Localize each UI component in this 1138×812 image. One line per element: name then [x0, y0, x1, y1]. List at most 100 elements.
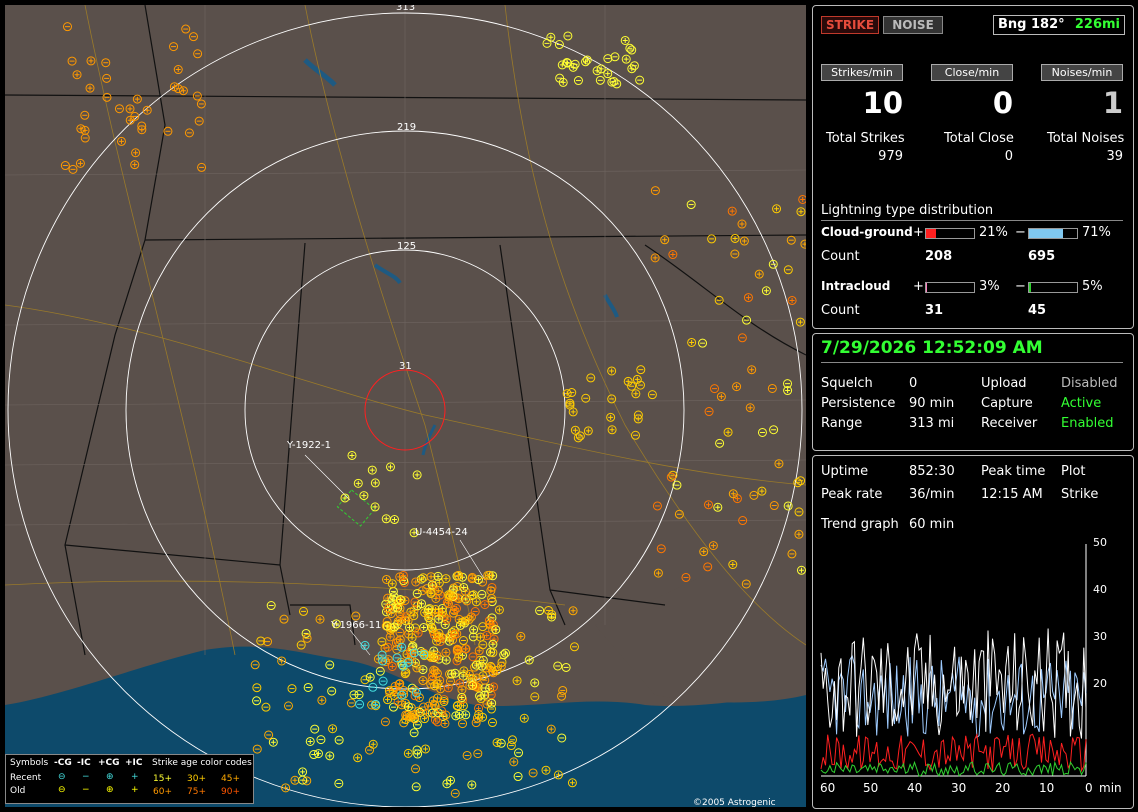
- bearing-distance: 226mi: [1074, 17, 1120, 32]
- legend-old-label: Old: [10, 786, 26, 796]
- receiver-label: Receiver: [981, 416, 1038, 431]
- strike-symbol-mark: [798, 209, 804, 215]
- strike-symbol-mark: [622, 37, 628, 43]
- strike-symbol-mark: [800, 196, 806, 202]
- intracloud-label: Intracloud: [821, 279, 891, 293]
- strike-symbol-mark: [435, 573, 441, 579]
- strike-button[interactable]: STRIKE: [821, 16, 879, 34]
- total-strikes-value: 979: [878, 149, 903, 164]
- strike-symbol-mark: [725, 429, 731, 435]
- cg-plus-sign: +: [913, 225, 924, 240]
- strike-symbol-mark: [421, 625, 427, 631]
- strike-symbol-mark: [623, 56, 629, 62]
- strike-symbol-mark: [389, 581, 395, 587]
- minus-ic-icon: −: [82, 785, 90, 795]
- cloud-ground-label: Cloud-ground: [821, 225, 913, 239]
- strikes-per-min-header: Strikes/min: [821, 64, 903, 81]
- noises-per-min-value: 1: [1102, 86, 1123, 120]
- legend-age-title: Strike age color codes: [152, 758, 252, 768]
- plus-cg-icon: ⊕: [106, 785, 114, 795]
- strike-symbol-mark: [383, 516, 389, 522]
- status-panel: 7/29/2026 12:52:09 AM Squelch 0 Persiste…: [812, 333, 1134, 451]
- strike-symbol-mark: [132, 162, 138, 168]
- trend-series: [820, 732, 1087, 773]
- legend-type: +IC: [125, 758, 143, 768]
- cg-plus-bar: [925, 228, 975, 239]
- x-tick: 40: [907, 781, 923, 795]
- capture-label: Capture: [981, 396, 1033, 411]
- age-code: 60+: [153, 787, 172, 797]
- strike-symbol-mark: [734, 384, 740, 390]
- age-code: 90+: [221, 787, 240, 797]
- trend-label: Trend graph: [821, 517, 899, 532]
- strike-symbol-mark: [443, 657, 449, 663]
- squelch-label: Squelch: [821, 376, 873, 391]
- strike-map[interactable]: 313 219 125 31 Y-1922-1 U-4454-24 Y-1966…: [5, 5, 806, 807]
- plus-ic-icon: +: [131, 785, 139, 795]
- peak-rate-value: 36/min: [909, 487, 955, 502]
- total-noises-label: Total Noises: [1047, 131, 1125, 146]
- strike-symbol-mark: [77, 160, 83, 166]
- strike-symbol-mark: [74, 72, 80, 78]
- distribution-divider: [821, 220, 1123, 221]
- x-tick: 50: [863, 781, 879, 795]
- x-tick: 30: [951, 781, 967, 795]
- copyright-text: ©2005 Astrogenic Systems: [693, 798, 776, 807]
- total-strikes-label: Total Strikes: [826, 131, 905, 146]
- strike-symbol-mark: [689, 339, 695, 345]
- cg-minus-bar: [1028, 228, 1078, 239]
- x-tick: 0: [1085, 781, 1093, 795]
- bearing-readout: Bng 182° 226mi: [993, 15, 1125, 35]
- map-legend: Symbols -CG -IC +CG +IC Strike age color…: [5, 754, 254, 804]
- y-tick: 50: [1093, 536, 1107, 549]
- strike-symbol-mark: [484, 633, 490, 639]
- trend-panel: Uptime 852:30 Peak time Plot Peak rate 3…: [812, 455, 1134, 809]
- age-code: 30+: [187, 774, 206, 784]
- strike-symbol-mark: [670, 252, 676, 258]
- legend-type: -CG: [54, 758, 72, 768]
- storm-label: Y-1922-1: [287, 440, 331, 451]
- capture-value[interactable]: Active: [1061, 396, 1101, 411]
- strike-symbol-mark: [701, 549, 707, 555]
- trend-range[interactable]: 60 min: [909, 517, 954, 532]
- strike-symbol-mark: [741, 238, 747, 244]
- strike-symbol-mark: [420, 678, 426, 684]
- strike-symbol-mark: [706, 502, 712, 508]
- plus-ic-icon: +: [131, 772, 139, 782]
- strike-symbol-mark: [710, 543, 716, 549]
- strike-symbol-mark: [526, 657, 532, 663]
- x-unit: min: [1099, 781, 1122, 795]
- ic-plus-pct: 3%: [979, 279, 1000, 294]
- strike-symbol-mark: [127, 106, 133, 112]
- strike-symbol-mark: [387, 464, 393, 470]
- total-close-label: Total Close: [944, 131, 1014, 146]
- plot-value[interactable]: Strike: [1061, 487, 1098, 502]
- age-code: 75+: [187, 787, 206, 797]
- x-tick: 10: [1039, 781, 1055, 795]
- strike-symbol-mark: [774, 206, 780, 212]
- strike-symbol-mark: [88, 58, 94, 64]
- status-divider: [821, 362, 1123, 363]
- datetime-display: 7/29/2026 12:52:09 AM: [821, 338, 1043, 358]
- strike-symbol-mark: [715, 504, 721, 510]
- total-noises-value: 39: [1106, 149, 1123, 164]
- strike-symbol-mark: [718, 394, 724, 400]
- minus-ic-icon: −: [82, 772, 90, 782]
- storm-label: Y-1966-11: [331, 620, 382, 631]
- strike-symbol-mark: [372, 504, 378, 510]
- ic-count-label: Count: [821, 303, 860, 318]
- strike-symbol-mark: [608, 414, 614, 420]
- strike-symbol-mark: [387, 634, 393, 640]
- minus-cg-icon: ⊖: [58, 785, 66, 795]
- strike-symbol-mark: [518, 633, 524, 639]
- legend-type: +CG: [98, 758, 120, 768]
- noise-button[interactable]: NOISE: [883, 16, 943, 34]
- noises-per-min-header: Noises/min: [1041, 64, 1123, 81]
- strike-symbol-mark: [739, 221, 745, 227]
- receiver-value[interactable]: Enabled: [1061, 416, 1114, 431]
- strike-symbol-mark: [756, 271, 762, 277]
- strike-symbol-mark: [564, 59, 570, 65]
- ic-minus-pct: 5%: [1082, 279, 1103, 294]
- strike-symbol-mark: [548, 34, 554, 40]
- upload-value[interactable]: Disabled: [1061, 376, 1117, 391]
